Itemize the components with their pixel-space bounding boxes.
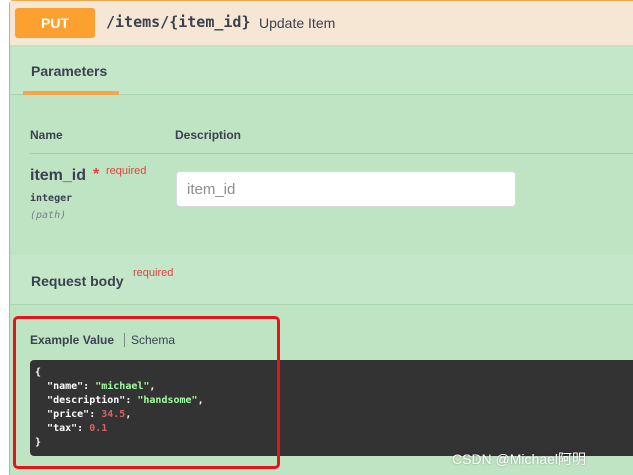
code-line: "price": 34.5,: [47, 409, 132, 420]
request-body-required-label: required: [133, 267, 174, 279]
put-operation-block: PUT /items/{item_id} Update Item Paramet…: [9, 0, 633, 475]
parameter-name: item_id: [30, 167, 87, 184]
tab-schema[interactable]: Schema: [131, 333, 175, 347]
required-star: *: [93, 166, 100, 183]
code-line: "tax": 0.1: [47, 423, 108, 434]
item-id-input[interactable]: [176, 171, 516, 207]
column-header-description: Description: [175, 128, 242, 142]
request-body-title: Request body: [31, 273, 124, 289]
parameters-header: Parameters: [11, 47, 633, 95]
code-line: "description": "handsome",: [47, 395, 204, 406]
active-tab-underline: [23, 91, 119, 95]
json-value: "handsome": [137, 395, 198, 406]
json-value: "michael": [95, 381, 150, 392]
tab-separator: [124, 333, 125, 347]
tab-example-value[interactable]: Example Value: [30, 333, 114, 347]
json-comma: ,: [149, 381, 156, 392]
json-key: "name": [47, 381, 84, 392]
example-value-code: { "name": "michael", "description": "han…: [30, 360, 633, 456]
operation-description: Update Item: [259, 15, 336, 31]
json-value: 34.5: [101, 409, 126, 420]
code-line: "name": "michael",: [47, 381, 156, 392]
watermark: CSDN @Michael阿明: [452, 451, 587, 467]
request-body-header: Request body required: [11, 255, 633, 305]
json-key: "description": [47, 395, 126, 406]
operation-summary[interactable]: PUT /items/{item_id} Update Item: [10, 1, 633, 45]
endpoint-path: /items/{item_id}: [106, 13, 251, 31]
method-badge[interactable]: PUT: [15, 8, 95, 38]
json-comma: ,: [197, 395, 204, 406]
code-open-brace: {: [35, 367, 42, 378]
json-key: "price": [47, 409, 90, 420]
json-value: 0.1: [89, 423, 108, 434]
json-comma: ,: [125, 409, 132, 420]
tab-parameters[interactable]: Parameters: [31, 63, 107, 79]
required-label: required: [106, 165, 147, 177]
parameter-location: (path): [30, 210, 67, 221]
code-close-brace: }: [35, 437, 42, 448]
parameter-type: integer: [30, 193, 73, 204]
json-key: "tax": [47, 423, 78, 434]
column-header-name: Name: [30, 128, 63, 142]
columns-divider: [30, 153, 633, 154]
